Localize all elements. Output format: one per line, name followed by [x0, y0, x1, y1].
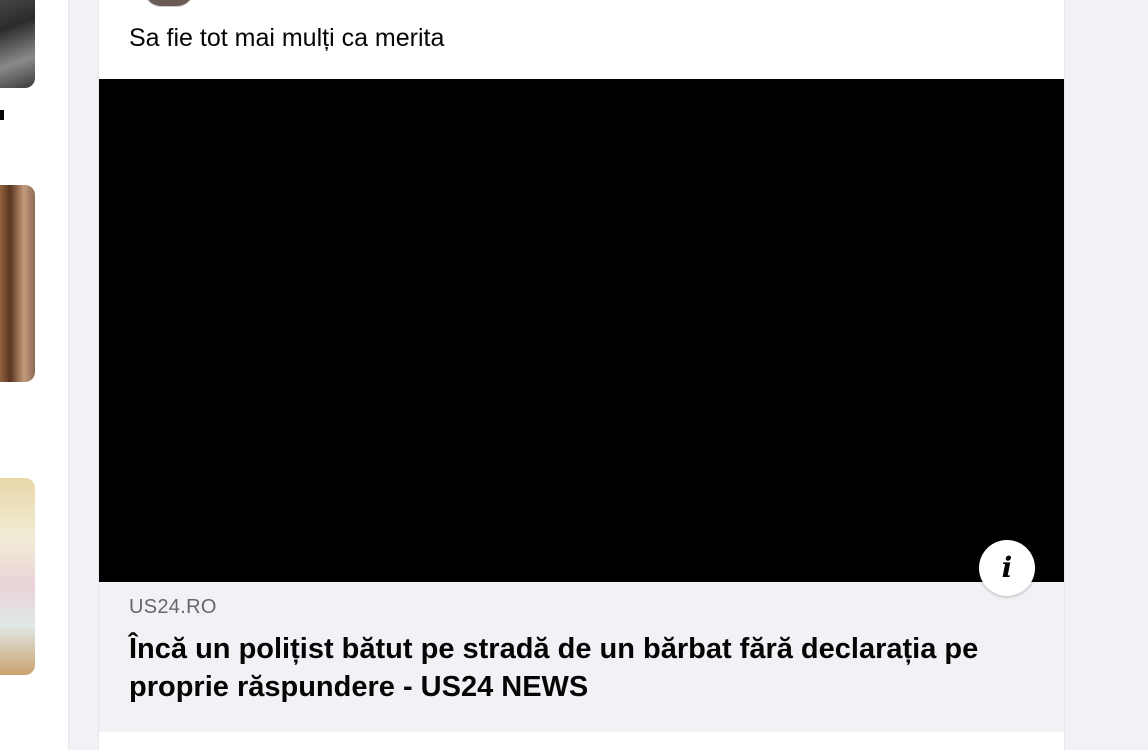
post-actions-area: [99, 732, 1064, 750]
video-player[interactable]: [99, 79, 1064, 582]
link-domain: US24.RO: [129, 596, 217, 618]
info-button[interactable]: i: [979, 540, 1035, 596]
story-thumbnail[interactable]: [0, 185, 35, 382]
info-icon: i: [1001, 551, 1013, 584]
feed-page: Sa fie tot mai mulți ca merita i US24.RO…: [0, 0, 1148, 750]
post-card: Sa fie tot mai mulți ca merita i US24.RO…: [98, 0, 1065, 750]
avatar[interactable]: [144, 0, 194, 7]
story-label-fragment: [0, 110, 4, 120]
link-preview[interactable]: US24.RO Încă un polițist bătut pe stradă…: [99, 582, 1064, 733]
stories-strip: [0, 0, 69, 750]
story-thumbnail[interactable]: [0, 0, 35, 88]
link-headline[interactable]: Încă un polițist bătut pe stradă de un b…: [129, 630, 1029, 706]
post-text: Sa fie tot mai mulți ca merita: [129, 24, 445, 52]
story-thumbnail[interactable]: [0, 478, 35, 675]
